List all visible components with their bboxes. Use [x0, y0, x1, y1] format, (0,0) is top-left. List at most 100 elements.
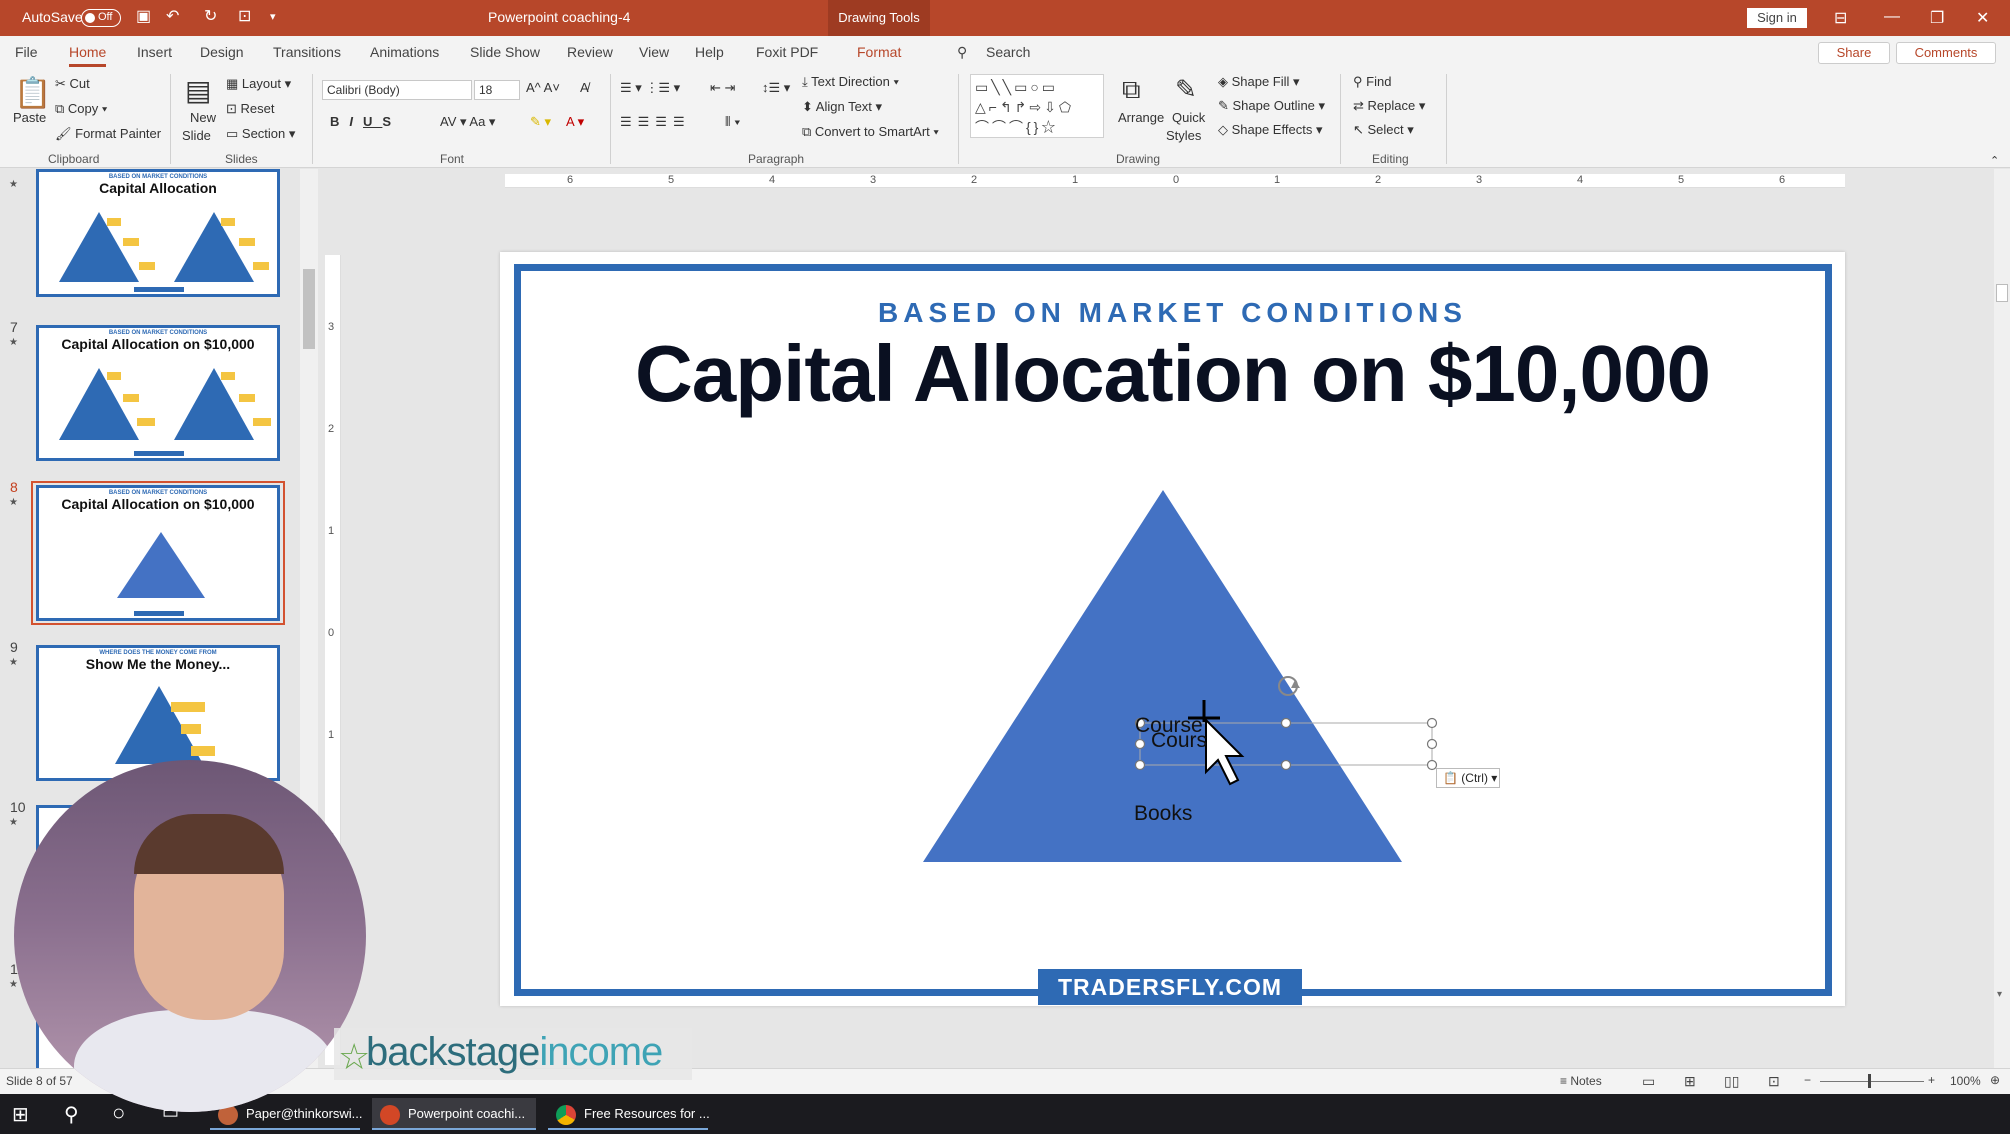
- format-painter-button[interactable]: 🖌 Format Painter: [55, 126, 161, 142]
- slide-canvas[interactable]: BASED ON MARKET CONDITIONS Capital Alloc…: [500, 252, 1845, 1006]
- slideshow-view-icon[interactable]: ⊡: [1768, 1073, 1780, 1090]
- find-button[interactable]: ⚲ Find: [1353, 74, 1391, 90]
- fit-slide-icon[interactable]: ⊕: [1990, 1073, 2000, 1087]
- zoom-slider[interactable]: [1820, 1081, 1924, 1082]
- shapes-gallery[interactable]: ▭╲╲▭○▭ △⌐↰↱⇨⇩⬠ ⌒⌒⌒{}☆: [970, 74, 1104, 138]
- sign-in-button[interactable]: Sign in: [1747, 8, 1807, 28]
- new-slide-button-line2[interactable]: Slide: [182, 128, 211, 143]
- align-icons[interactable]: ☰☰☰☰: [620, 114, 691, 130]
- tab-home[interactable]: Home: [69, 44, 107, 67]
- columns-icon[interactable]: ⫴ ▾: [725, 114, 740, 130]
- paste-options-button[interactable]: 📋 (Ctrl) ▾: [1436, 768, 1500, 788]
- comments-button[interactable]: Comments: [1896, 42, 1996, 64]
- taskbar-app-powerpoint[interactable]: Powerpoint coachi...: [372, 1098, 536, 1130]
- share-button[interactable]: Share: [1818, 42, 1890, 64]
- redo-icon[interactable]: ↻: [204, 8, 217, 26]
- shape-outline-button[interactable]: ✎ Shape Outline ▾: [1218, 98, 1325, 114]
- collapse-ribbon-icon[interactable]: ⌃: [1990, 154, 1999, 167]
- arrange-icon[interactable]: ⧉: [1122, 74, 1141, 106]
- zoom-out-icon[interactable]: −: [1804, 1073, 1811, 1087]
- slide-scrollbar[interactable]: ▾: [1994, 169, 2010, 1068]
- tab-transitions[interactable]: Transitions: [273, 44, 341, 60]
- new-slide-button[interactable]: New: [190, 110, 216, 125]
- layout-button[interactable]: ▦ Layout ▾: [226, 76, 291, 92]
- shape-effects-button[interactable]: ◇ Shape Effects ▾: [1218, 122, 1322, 138]
- slide-thumbnail-9[interactable]: WHERE DOES THE MONEY COME FROM Show Me t…: [36, 645, 280, 781]
- save-icon[interactable]: ▣: [136, 8, 151, 26]
- drawing-group-label: Drawing: [1116, 152, 1161, 166]
- undo-icon[interactable]: ↶: [166, 8, 179, 26]
- ruler-label: 0: [1173, 174, 1180, 186]
- replace-button[interactable]: ⇄ Replace ▾: [1353, 98, 1425, 114]
- clear-formatting-icon[interactable]: A̸: [580, 80, 589, 95]
- scroll-down-arrow-icon[interactable]: ▾: [1997, 989, 2002, 1000]
- tab-help[interactable]: Help: [695, 44, 724, 60]
- arrange-button[interactable]: Arrange: [1118, 110, 1164, 125]
- zoom-level[interactable]: 100%: [1950, 1074, 1981, 1088]
- align-text-button[interactable]: ⬍ Align Text ▾: [802, 99, 882, 115]
- windows-start-icon[interactable]: ⊞: [12, 1102, 29, 1127]
- text-direction-button[interactable]: ⤓ Text Direction ▾: [802, 74, 899, 90]
- tab-review[interactable]: Review: [567, 44, 613, 60]
- slide-thumbnail-7[interactable]: BASED ON MARKET CONDITIONS Capital Alloc…: [36, 325, 280, 461]
- close-icon[interactable]: ✕: [1976, 8, 1989, 28]
- new-slide-icon[interactable]: ▤: [185, 74, 211, 107]
- ribbon-display-icon[interactable]: ⊟: [1834, 8, 1847, 28]
- tab-slide-show[interactable]: Slide Show: [470, 44, 540, 60]
- highlight-icon[interactable]: ✎ ▾: [530, 114, 551, 130]
- ruler-label: 2: [1375, 174, 1382, 186]
- shape-fill-button[interactable]: ◈ Shape Fill ▾: [1218, 74, 1300, 90]
- tab-design[interactable]: Design: [200, 44, 244, 60]
- customize-qat-icon[interactable]: ▾: [270, 8, 276, 26]
- paragraph-group-label: Paragraph: [748, 152, 805, 166]
- restore-icon[interactable]: ❐: [1930, 8, 1944, 28]
- tab-animations[interactable]: Animations: [370, 44, 439, 60]
- indent-icons[interactable]: ⇤ ⇥: [710, 80, 735, 96]
- reset-button[interactable]: ⊡ Reset: [226, 101, 274, 117]
- present-icon[interactable]: ⊡: [238, 8, 251, 26]
- slide-thumbnail-6[interactable]: BASED ON MARKET CONDITIONS Capital Alloc…: [36, 169, 280, 297]
- quick-styles-button[interactable]: Quick: [1172, 110, 1205, 125]
- reset-label: Reset: [240, 101, 275, 116]
- font-color-icon[interactable]: A ▾: [566, 114, 584, 130]
- minimize-icon[interactable]: —: [1884, 8, 1900, 26]
- copy-button[interactable]: ⧉ Copy ▾: [55, 101, 107, 117]
- quick-styles-icon[interactable]: ✎: [1175, 74, 1197, 105]
- tab-view[interactable]: View: [639, 44, 669, 60]
- tab-file[interactable]: File: [15, 44, 38, 60]
- taskbar-app-label: Free Resources for ...: [584, 1106, 710, 1121]
- zoom-slider-thumb[interactable]: [1868, 1074, 1871, 1088]
- font-grow-icon[interactable]: A^ A˅: [526, 80, 560, 95]
- pyramid-shape[interactable]: [500, 252, 1845, 1006]
- slide-thumbnail-8[interactable]: BASED ON MARKET CONDITIONS Capital Alloc…: [36, 485, 280, 621]
- font-style-buttons[interactable]: BIUS: [330, 114, 401, 129]
- normal-view-icon[interactable]: ▭: [1642, 1073, 1655, 1090]
- paste-button[interactable]: Paste: [13, 110, 46, 125]
- search-icon[interactable]: ⚲: [957, 44, 967, 61]
- font-family-dropdown[interactable]: Calibri (Body): [322, 80, 472, 100]
- slide-scrollbar-thumb[interactable]: [1996, 284, 2008, 302]
- thumbnail-scrollbar-thumb[interactable]: [303, 269, 315, 349]
- tab-insert[interactable]: Insert: [137, 44, 172, 60]
- pyramid-text-books[interactable]: Books: [1134, 802, 1192, 826]
- select-button[interactable]: ↖ Select ▾: [1353, 122, 1414, 138]
- section-button[interactable]: ▭ Section ▾: [226, 126, 295, 142]
- paste-icon[interactable]: 📋: [14, 76, 51, 111]
- font-size-dropdown[interactable]: 18: [474, 80, 520, 100]
- search-box[interactable]: Search: [986, 44, 1030, 60]
- pyramid-text-courses-pasted[interactable]: Cours: [1151, 729, 1207, 753]
- slide-sorter-icon[interactable]: ⊞: [1684, 1073, 1696, 1090]
- line-spacing-icon[interactable]: ↕☰ ▾: [762, 80, 790, 96]
- autosave-toggle[interactable]: Off: [81, 9, 121, 27]
- quick-styles-button-line2[interactable]: Styles: [1166, 128, 1201, 143]
- reading-view-icon[interactable]: ▯▯: [1724, 1073, 1739, 1090]
- tab-foxit-pdf[interactable]: Foxit PDF: [756, 44, 818, 60]
- character-spacing-icon[interactable]: AV ▾ Aa ▾: [440, 114, 495, 130]
- cut-button[interactable]: ✂ Cut: [55, 76, 90, 92]
- convert-smartart-button[interactable]: ⧉ Convert to SmartArt ▾: [802, 124, 939, 140]
- notes-button[interactable]: ≡ Notes: [1560, 1074, 1602, 1088]
- taskbar-app-chrome[interactable]: Free Resources for ...: [548, 1098, 710, 1130]
- bullets-icon[interactable]: ☰ ▾ ⋮☰ ▾: [620, 80, 680, 96]
- zoom-in-icon[interactable]: +: [1928, 1073, 1935, 1087]
- tab-format[interactable]: Format: [857, 44, 901, 60]
